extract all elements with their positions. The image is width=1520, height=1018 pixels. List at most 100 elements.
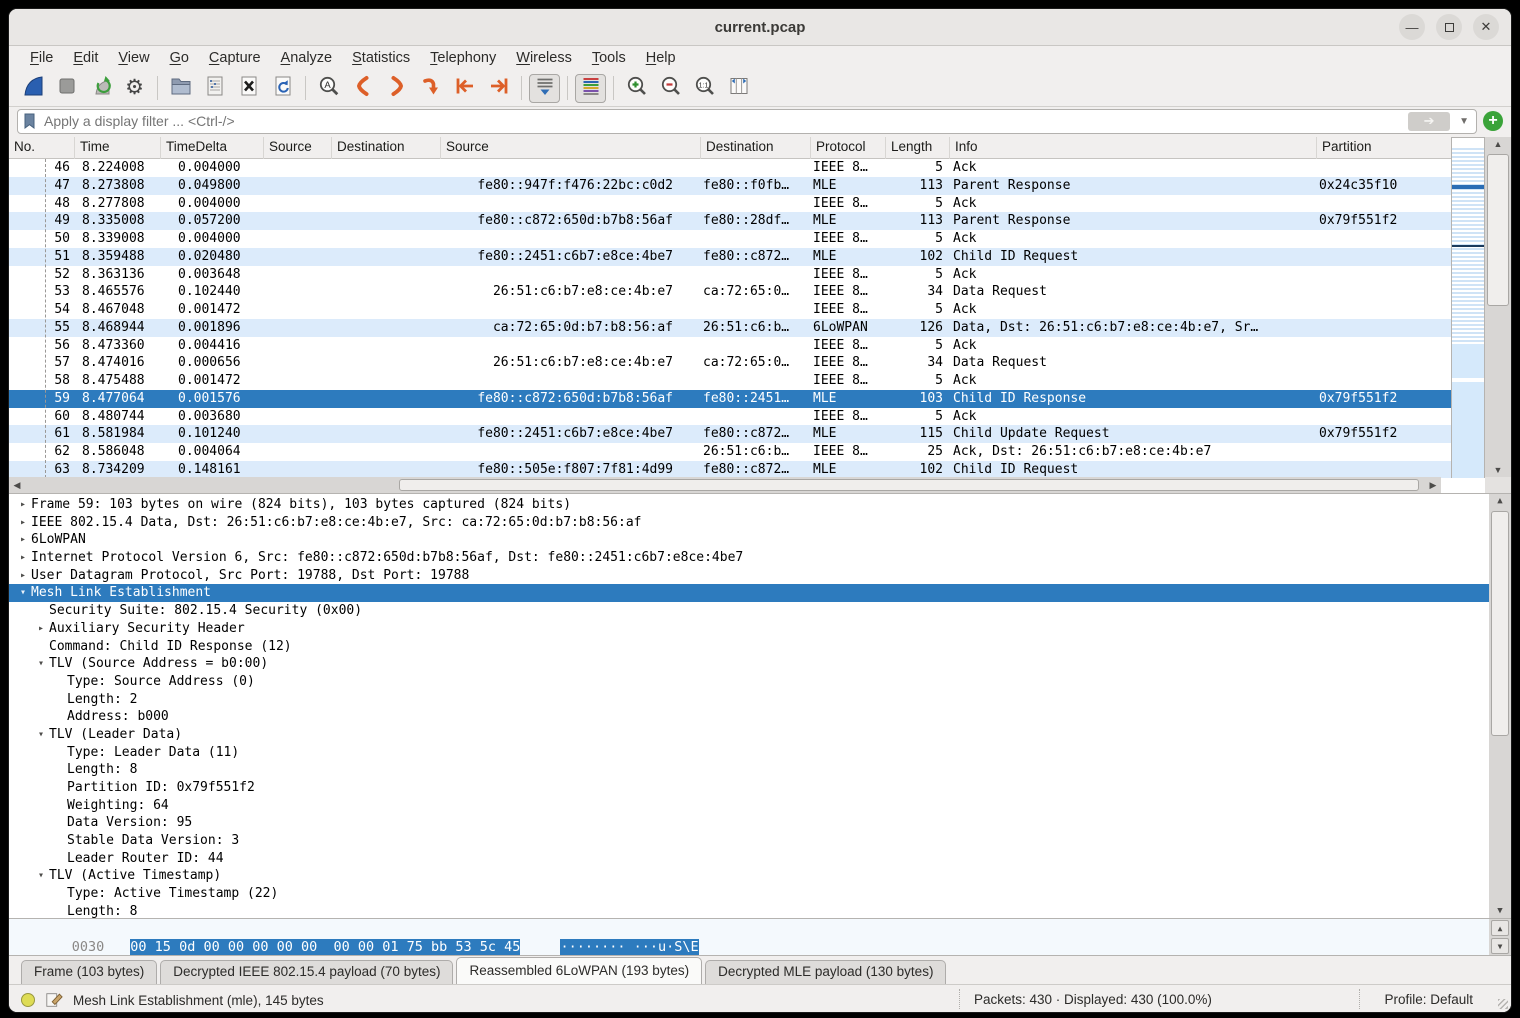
tree-expanded-icon[interactable]: ▾ [33, 726, 49, 744]
detail-row[interactable]: ▾TLV (Active Timestamp) [9, 867, 1489, 885]
hex-ascii-selected[interactable]: ········ ···u·S\E [560, 939, 698, 955]
tree-collapsed-icon[interactable]: ▸ [15, 514, 31, 532]
packet-row-51[interactable]: 518.3594880.020480fe80::2451:c6b7:e8ce:4… [9, 248, 1467, 266]
menu-view[interactable]: View [109, 48, 158, 68]
packet-row-49[interactable]: 498.3350080.057200fe80::c872:650d:b7b8:5… [9, 212, 1467, 230]
packet-row-53[interactable]: 538.4655760.10244026:51:c6:b7:e8:ce:4b:e… [9, 283, 1467, 301]
display-filter-box[interactable]: ➔ ▼ [17, 109, 1477, 134]
capture-comment-icon[interactable] [45, 991, 63, 1009]
packet-list-horizontal-scrollbar[interactable]: ◀ ▶ [9, 477, 1441, 493]
find-packet-button[interactable]: A [313, 74, 344, 103]
start-capture-button[interactable] [17, 74, 48, 103]
display-filter-input[interactable] [44, 113, 1402, 129]
packet-row-55[interactable]: 558.4689440.001896ca:72:65:0d:b7:b8:56:a… [9, 319, 1467, 337]
detail-row[interactable]: Command: Child ID Response (12) [9, 638, 1489, 656]
detail-row[interactable]: Leader Router ID: 44 [9, 850, 1489, 868]
open-file-button[interactable] [165, 74, 196, 103]
resize-grip[interactable] [1498, 999, 1508, 1009]
detail-row[interactable]: Stable Data Version: 3 [9, 832, 1489, 850]
menu-help[interactable]: Help [637, 48, 685, 68]
scroll-up-arrow-icon[interactable]: ▲ [1491, 920, 1509, 936]
scroll-up-arrow-icon[interactable]: ▲ [1485, 137, 1511, 152]
apply-filter-button[interactable]: ➔ [1408, 112, 1450, 131]
scroll-down-arrow-icon[interactable]: ▼ [1485, 463, 1511, 478]
packet-row-61[interactable]: 618.5819840.101240fe80::2451:c6b7:e8ce:4… [9, 425, 1467, 443]
packet-row-46[interactable]: 468.2240080.004000IEEE 8…5Ack [9, 159, 1467, 177]
tree-collapsed-icon[interactable]: ▸ [15, 531, 31, 549]
go-forward-button[interactable] [381, 74, 412, 103]
detail-row[interactable]: ▸Auxiliary Security Header [9, 620, 1489, 638]
packet-row-50[interactable]: 508.3390080.004000IEEE 8…5Ack [9, 230, 1467, 248]
zoom-out-button[interactable] [655, 74, 686, 103]
column-header-source[interactable]: Source [264, 137, 332, 159]
menu-wireless[interactable]: Wireless [507, 48, 581, 68]
status-profile[interactable]: Profile: Default [1384, 992, 1473, 1007]
menu-edit[interactable]: Edit [64, 48, 107, 68]
hex-bytes-selected[interactable]: 00 15 0d 00 00 00 00 00 00 00 01 75 bb 5… [130, 939, 520, 955]
column-header-destination2[interactable]: Destination [701, 137, 811, 159]
scroll-up-arrow-icon[interactable]: ▲ [1489, 494, 1511, 509]
column-header-source2[interactable]: Source [441, 137, 701, 159]
detail-row[interactable]: ▸Frame 59: 103 bytes on wire (824 bits),… [9, 496, 1489, 514]
filter-dropdown-chevron-icon[interactable]: ▼ [1456, 116, 1472, 127]
packet-row-63[interactable]: 638.7342090.148161fe80::505e:f807:7f81:4… [9, 461, 1467, 478]
details-vertical-scrollbar[interactable]: ▲ ▼ [1489, 494, 1511, 919]
tree-collapsed-icon[interactable]: ▸ [15, 549, 31, 567]
tree-expanded-icon[interactable]: ▾ [33, 655, 49, 673]
detail-row[interactable]: ▸Internet Protocol Version 6, Src: fe80:… [9, 549, 1489, 567]
detail-row[interactable]: ▸IEEE 802.15.4 Data, Dst: 26:51:c6:b7:e8… [9, 514, 1489, 532]
menu-statistics[interactable]: Statistics [343, 48, 419, 68]
column-header-partition[interactable]: Partition [1317, 137, 1467, 159]
column-header-protocol[interactable]: Protocol [811, 137, 886, 159]
stop-capture-button[interactable] [51, 74, 82, 103]
menu-file[interactable]: File [21, 48, 62, 68]
colorize-button[interactable] [575, 74, 606, 103]
detail-row[interactable]: Type: Leader Data (11) [9, 744, 1489, 762]
menu-go[interactable]: Go [161, 48, 198, 68]
restart-capture-button[interactable] [85, 74, 116, 103]
detail-row[interactable]: Length: 8 [9, 903, 1489, 919]
menu-tools[interactable]: Tools [583, 48, 635, 68]
column-header-destination[interactable]: Destination [332, 137, 441, 159]
scroll-down-arrow-icon[interactable]: ▼ [1491, 938, 1509, 954]
save-file-button[interactable] [199, 74, 230, 103]
menu-capture[interactable]: Capture [200, 48, 270, 68]
packet-row-60[interactable]: 608.4807440.003680IEEE 8…5Ack [9, 408, 1467, 426]
detail-row[interactable]: Length: 8 [9, 761, 1489, 779]
scroll-down-arrow-icon[interactable]: ▼ [1489, 904, 1511, 919]
column-header-no[interactable]: No. [9, 137, 75, 159]
last-packet-button[interactable] [483, 74, 514, 103]
packet-row-52[interactable]: 528.3631360.003648IEEE 8…5Ack [9, 266, 1467, 284]
detail-row[interactable]: Security Suite: 802.15.4 Security (0x00) [9, 602, 1489, 620]
first-packet-button[interactable] [449, 74, 480, 103]
tree-collapsed-icon[interactable]: ▸ [33, 620, 49, 638]
packet-row-56[interactable]: 568.4733600.004416IEEE 8…5Ack [9, 337, 1467, 355]
tree-expanded-icon[interactable]: ▾ [15, 584, 31, 602]
intelligent-scrollbar-minimap[interactable] [1451, 137, 1485, 478]
column-header-length[interactable]: Length [886, 137, 950, 159]
detail-row[interactable]: Address: b000 [9, 708, 1489, 726]
byte-tab-2[interactable]: Reassembled 6LoWPAN (193 bytes) [456, 957, 702, 984]
titlebar[interactable]: current.pcap — ✕ [9, 9, 1511, 46]
packet-list-scroll-thumb[interactable] [1487, 154, 1509, 306]
detail-row[interactable]: ▸User Datagram Protocol, Src Port: 19788… [9, 567, 1489, 585]
packet-list-vertical-scrollbar[interactable]: ▲ ▼ [1485, 137, 1511, 478]
packet-row-57[interactable]: 578.4740160.00065626:51:c6:b7:e8:ce:4b:e… [9, 354, 1467, 372]
column-header-info[interactable]: Info [950, 137, 1317, 159]
packet-row-54[interactable]: 548.4670480.001472IEEE 8…5Ack [9, 301, 1467, 319]
scroll-left-arrow-icon[interactable]: ◀ [9, 477, 25, 493]
detail-row[interactable]: ▸6LoWPAN [9, 531, 1489, 549]
bytes-vertical-scrollbar[interactable]: ▲ ▼ [1489, 919, 1511, 955]
packet-row-62[interactable]: 628.5860480.00406426:51:c6:b…IEEE 8…25Ac… [9, 443, 1467, 461]
expert-info-icon[interactable] [21, 993, 35, 1007]
resize-columns-button[interactable] [723, 74, 754, 103]
column-header-time[interactable]: Time [75, 137, 161, 159]
packet-row-59[interactable]: 598.4770640.001576fe80::c872:650d:b7b8:5… [9, 390, 1467, 408]
detail-row[interactable]: Weighting: 64 [9, 797, 1489, 815]
close-file-button[interactable] [233, 74, 264, 103]
capture-options-button[interactable]: ⚙ [119, 74, 150, 103]
filter-bookmark-icon[interactable] [22, 112, 38, 130]
packet-row-47[interactable]: 478.2738080.049800fe80::947f:f476:22bc:c… [9, 177, 1467, 195]
detail-row[interactable]: ▾TLV (Source Address = b0:00) [9, 655, 1489, 673]
detail-row[interactable]: Length: 2 [9, 691, 1489, 709]
